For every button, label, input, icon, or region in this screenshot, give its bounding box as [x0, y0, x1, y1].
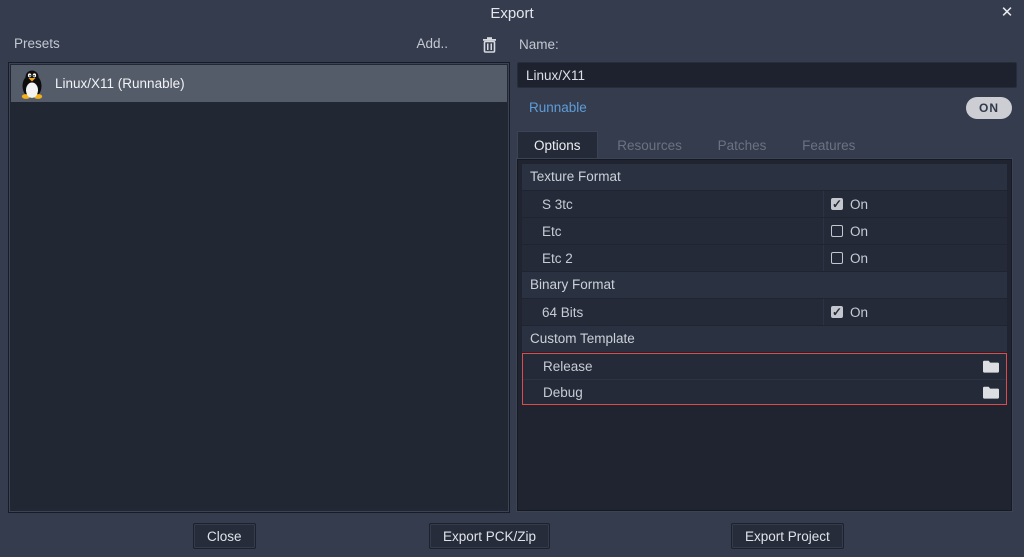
prop-row-release: Release [523, 354, 1006, 379]
folder-icon[interactable] [983, 386, 999, 399]
preset-item-linux-x11[interactable]: Linux/X11 (Runnable) [11, 65, 507, 102]
tab-features[interactable]: Features [786, 132, 871, 160]
tux-penguin-icon [19, 69, 45, 99]
tab-patches[interactable]: Patches [702, 132, 783, 160]
checkbox-caption: On [850, 305, 868, 320]
dialog-title-bar: Export ✕ [0, 0, 1024, 28]
checkbox-etc[interactable] [831, 225, 843, 237]
export-pck-zip-button[interactable]: Export PCK/Zip [429, 523, 550, 549]
prop-label: Etc [522, 224, 823, 239]
presets-label: Presets [14, 36, 60, 51]
section-header-texture-format: Texture Format [522, 164, 1007, 190]
prop-row-64bits: 64 Bits On [522, 299, 1007, 325]
trash-icon [482, 37, 497, 53]
tab-bar: Options Resources Patches Features [517, 131, 1012, 159]
prop-label: Debug [523, 385, 822, 400]
custom-template-error-group: Release Debug [522, 353, 1007, 405]
delete-preset-button[interactable] [476, 32, 502, 58]
checkbox-64bits[interactable] [831, 306, 843, 318]
prop-row-debug: Debug [523, 379, 1006, 404]
options-panel: Texture Format S 3tc On Etc On Etc 2 On … [517, 159, 1012, 511]
tab-resources[interactable]: Resources [601, 132, 698, 160]
prop-row-etc: Etc On [522, 218, 1007, 244]
prop-label: 64 Bits [522, 305, 823, 320]
presets-header: Presets Add.. [8, 36, 510, 56]
runnable-label: Runnable [529, 100, 587, 115]
prop-label: Etc 2 [522, 251, 823, 266]
export-project-button[interactable]: Export Project [731, 523, 844, 549]
checkbox-caption: On [850, 197, 868, 212]
checkbox-caption: On [850, 251, 868, 266]
preset-name-input[interactable] [517, 62, 1017, 88]
dialog-title: Export [0, 5, 1024, 22]
prop-row-s3tc: S 3tc On [522, 191, 1007, 217]
name-label: Name: [519, 37, 559, 52]
prop-label: Release [523, 359, 822, 374]
folder-icon[interactable] [983, 360, 999, 373]
checkbox-etc2[interactable] [831, 252, 843, 264]
checkbox-s3tc[interactable] [831, 198, 843, 210]
section-header-custom-template: Custom Template [522, 326, 1007, 352]
close-icon[interactable]: ✕ [997, 3, 1017, 23]
runnable-toggle[interactable]: ON [966, 97, 1012, 119]
presets-list: Linux/X11 (Runnable) [8, 62, 510, 513]
prop-label: S 3tc [522, 197, 823, 212]
tab-options[interactable]: Options [517, 131, 598, 159]
runnable-row: Runnable ON [517, 96, 1017, 122]
checkbox-caption: On [850, 224, 868, 239]
close-button[interactable]: Close [193, 523, 256, 549]
section-header-binary-format: Binary Format [522, 272, 1007, 298]
add-preset-button[interactable]: Add.. [416, 36, 448, 51]
preset-item-label: Linux/X11 (Runnable) [55, 76, 185, 91]
prop-row-etc2: Etc 2 On [522, 245, 1007, 271]
